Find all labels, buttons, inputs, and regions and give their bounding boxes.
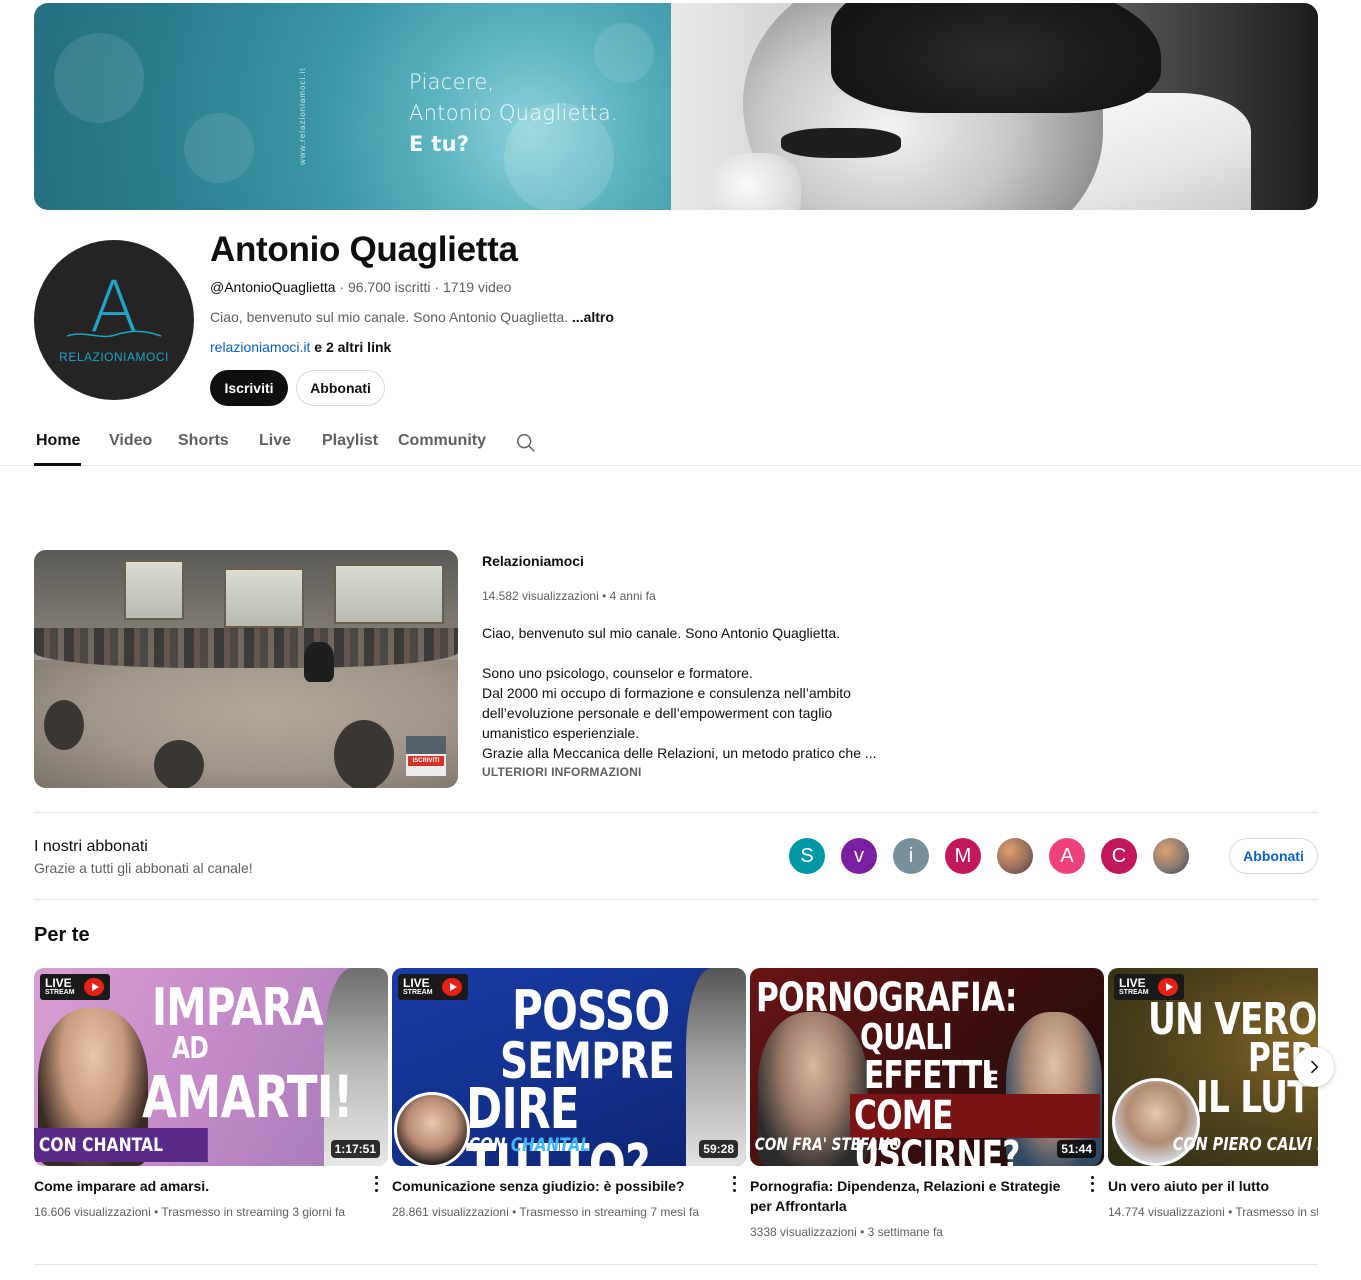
members-join-button[interactable]: Abbonati <box>1229 838 1318 874</box>
member-avatar[interactable]: A <box>1049 838 1085 874</box>
tab-home[interactable]: Home <box>36 432 80 450</box>
member-avatar[interactable]: M <box>945 838 981 874</box>
banner-site-text: www.relazioniamoci.it <box>298 67 307 165</box>
more-info-link[interactable]: ULTERIORI INFORMAZIONI <box>482 765 642 779</box>
video-count: 1719 video <box>442 279 512 295</box>
active-tab-indicator <box>34 463 81 466</box>
more-options-icon[interactable] <box>368 1174 384 1194</box>
banner-teal-panel: www.relazioniamoci.it Piacere, Antonio Q… <box>34 3 671 210</box>
section-divider <box>34 812 1318 813</box>
video-duration: 1:17:51 <box>330 1140 380 1158</box>
video-meta: 28.861 visualizzazioni • Trasmesso in st… <box>392 1205 700 1219</box>
live-stream-badge: LIVE STREAM <box>398 974 468 1000</box>
section-divider <box>34 899 1318 900</box>
logo-text: RELAZIONIAMOCI <box>59 350 169 364</box>
channel-avatar[interactable]: A RELAZIONIAMOCI <box>34 240 194 400</box>
chevron-right-icon <box>1310 1060 1319 1074</box>
description-more-link[interactable]: ...altro <box>572 309 614 325</box>
tab-community[interactable]: Community <box>398 432 486 450</box>
video-shelf: IMPARA AD AMARTI! CON CHANTAL DEJEAN LIV… <box>34 968 1318 1258</box>
video-card[interactable]: IMPARA AD AMARTI! CON CHANTAL DEJEAN LIV… <box>34 968 388 1219</box>
channel-description[interactable]: Ciao, benvenuto sul mio canale. Sono Ant… <box>210 309 614 325</box>
video-duration: 59:28 <box>699 1140 738 1158</box>
channel-banner: www.relazioniamoci.it Piacere, Antonio Q… <box>34 3 1318 210</box>
video-card[interactable]: POSSO SEMPRE DIRE TUTTO? CON CHANTAL DEJ… <box>392 968 746 1219</box>
video-card[interactable]: UN VERO A PER IL LUTT CON PIERO CALVI P … <box>1108 968 1318 1219</box>
tab-live[interactable]: Live <box>259 432 291 450</box>
featured-video-description: Ciao, benvenuto sul mio canale. Sono Ant… <box>482 625 877 761</box>
subscribe-watermark[interactable]: ISCRIVITI <box>406 736 446 776</box>
channel-handle: @AntonioQuaglietta <box>210 279 336 295</box>
logo-wave-icon <box>66 330 162 338</box>
featured-video-title[interactable]: Relazioniamoci <box>482 553 584 569</box>
more-options-icon[interactable] <box>1084 1174 1100 1194</box>
featured-video-thumbnail[interactable]: ISCRIVITI <box>34 550 458 788</box>
tab-playlist[interactable]: Playlist <box>322 432 378 450</box>
live-stream-badge: LIVE STREAM <box>1114 974 1184 1000</box>
channel-website-link[interactable]: relazioniamoci.it <box>210 339 310 355</box>
video-title[interactable]: Pornografia: Dipendenza, Relazioni e Str… <box>750 1176 1070 1216</box>
video-thumbnail[interactable]: PORNOGRAFIA: QUALI EFFETTI E COME USCIRN… <box>750 968 1104 1166</box>
members-title: I nostri abbonati <box>34 838 148 855</box>
video-meta: 3338 visualizzazioni • 3 settimane fa <box>750 1225 943 1239</box>
members-subtitle: Grazie a tutti gli abbonati al canale! <box>34 860 253 876</box>
video-title[interactable]: Un vero aiuto per il lutto <box>1108 1176 1318 1196</box>
play-icon <box>1158 978 1178 996</box>
video-meta: 14.774 visualizzazioni • Trasmesso in st… <box>1108 1205 1318 1219</box>
shelf-next-button[interactable] <box>1294 1047 1334 1087</box>
banner-photo <box>671 3 1318 210</box>
video-title[interactable]: Comunicazione senza giudizio: è possibil… <box>392 1176 712 1196</box>
video-thumbnail[interactable]: POSSO SEMPRE DIRE TUTTO? CON CHANTAL DEJ… <box>392 968 746 1166</box>
channel-links[interactable]: relazioniamoci.it e 2 altri link <box>210 339 391 355</box>
member-avatar[interactable]: C <box>1101 838 1137 874</box>
member-avatar[interactable] <box>997 838 1033 874</box>
channel-tabs: Home Video Shorts Live Playlist Communit… <box>0 420 1361 466</box>
channel-meta: @AntonioQuaglietta · 96.700 iscritti · 1… <box>210 279 512 295</box>
video-duration: 51:44 <box>1057 1140 1096 1158</box>
search-icon[interactable] <box>515 432 537 454</box>
more-links[interactable]: e 2 altri link <box>314 339 391 355</box>
join-button[interactable]: Abbonati <box>296 370 385 406</box>
member-avatar[interactable]: i <box>893 838 929 874</box>
member-avatar[interactable]: S <box>789 838 825 874</box>
tab-video[interactable]: Video <box>109 432 152 450</box>
video-meta: 16.606 visualizzazioni • Trasmesso in st… <box>34 1205 346 1219</box>
tab-shorts[interactable]: Shorts <box>178 432 229 450</box>
section-title: Per te <box>34 924 90 946</box>
member-avatar[interactable] <box>1153 838 1189 874</box>
play-icon <box>442 978 462 996</box>
subscribe-button[interactable]: Iscriviti <box>210 370 288 406</box>
channel-name: Antonio Quaglietta <box>210 230 518 269</box>
more-options-icon[interactable] <box>726 1174 742 1194</box>
play-icon <box>84 978 104 996</box>
video-card[interactable]: PORNOGRAFIA: QUALI EFFETTI E COME USCIRN… <box>750 968 1104 1239</box>
banner-tagline: Piacere, Antonio Quaglietta. E tu? <box>409 70 619 156</box>
member-avatar[interactable]: v <box>841 838 877 874</box>
video-thumbnail[interactable]: IMPARA AD AMARTI! CON CHANTAL DEJEAN LIV… <box>34 968 388 1166</box>
video-thumbnail[interactable]: UN VERO A PER IL LUTT CON PIERO CALVI P … <box>1108 968 1318 1166</box>
live-stream-badge: LIVE STREAM <box>40 974 110 1000</box>
video-title[interactable]: Come imparare ad amarsi. <box>34 1176 354 1196</box>
section-divider <box>34 1264 1318 1265</box>
featured-video-meta: 14.582 visualizzazioni • 4 anni fa <box>482 589 656 603</box>
subscriber-count: 96.700 iscritti <box>347 279 431 295</box>
